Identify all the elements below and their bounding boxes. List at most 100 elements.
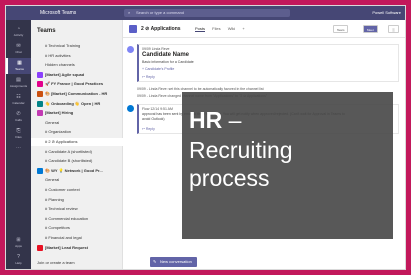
rail-label: Activity <box>13 33 24 37</box>
item-label: # 2 ⊘ Applications <box>45 139 78 144</box>
info-button[interactable]: ⓘ <box>388 25 400 33</box>
item-label: # Financial and legal <box>45 235 82 240</box>
item-label: # Technical Training <box>45 43 81 48</box>
user-name[interactable]: Powell Software <box>372 6 401 20</box>
meet-button[interactable]: Meet <box>363 25 378 33</box>
rail-icon: ✉ <box>16 43 21 49</box>
join-team-button[interactable]: Join or create a team <box>37 260 75 265</box>
channel-item[interactable]: # Planning <box>31 196 123 204</box>
tab-wiki[interactable]: Wiki <box>228 26 236 31</box>
item-label: [Market] Lead Request <box>45 244 88 250</box>
team-avatar-icon <box>37 90 43 97</box>
channel-item[interactable]: # Customer context <box>31 186 123 194</box>
team-item[interactable]: 🎨 [Market] Communication - HR <box>31 90 123 98</box>
tab-add[interactable]: + <box>242 26 244 31</box>
team-avatar-icon <box>37 71 43 78</box>
item-label: [Market] Agile squad <box>45 71 85 77</box>
item-label: General <box>45 177 60 183</box>
team-item[interactable]: 🎨 WY 💡 Network | Good Pr... <box>31 167 123 175</box>
rail-icon: ⋯ <box>16 145 21 151</box>
rail-icon: ▤ <box>16 77 21 83</box>
channel-item[interactable]: # Financial and legal <box>31 234 123 242</box>
avatar <box>127 46 134 53</box>
channel-item[interactable]: # HR activities <box>31 52 123 60</box>
rail-calendar[interactable]: ☷ Calendar <box>6 92 31 108</box>
channel-item[interactable]: # Candidate A (shortlisted) <box>31 148 123 156</box>
hr-overlay-card: HR – Recruiting process <box>182 92 393 239</box>
rail-label: Help <box>15 261 22 265</box>
item-label: # Planning <box>45 196 64 202</box>
team-avatar-icon <box>37 244 43 251</box>
item-label: # Commercial education <box>45 215 89 221</box>
rail-label: Apps <box>15 244 22 248</box>
channel-tabs: Posts Files Wiki + <box>195 20 251 38</box>
channel-item[interactable]: Hidden channels <box>31 61 123 69</box>
overlay-bold: HR <box>189 107 223 133</box>
channel-item[interactable]: General <box>31 119 123 127</box>
rail-calls[interactable]: ✆ Calls <box>6 109 31 125</box>
rail-activity[interactable]: ◔ Activity <box>6 24 31 40</box>
team-item[interactable]: [Market] Hiring <box>31 109 123 117</box>
item-label: 👋 Onboarding 👋 Open | HR <box>45 100 101 106</box>
post-heading: Candidate Name <box>142 52 190 58</box>
channel-item[interactable]: # Organization <box>31 128 123 136</box>
item-label: General <box>45 119 60 125</box>
channel-item[interactable]: # Commercial education <box>31 215 123 223</box>
rail-icon: ⎘ <box>16 128 21 134</box>
team-button[interactable]: Team <box>333 25 349 33</box>
channel-item[interactable]: # Competitors <box>31 224 123 232</box>
channel-item[interactable]: # Candidate B (shortlisted) <box>31 157 123 165</box>
item-label: # Organization <box>45 129 72 135</box>
tab-posts[interactable]: Posts <box>195 26 206 32</box>
team-avatar-icon <box>37 167 43 174</box>
post-body: Basic information for a Candidate <box>142 60 194 64</box>
team-item[interactable]: 🚀 FY France | Good Practices <box>31 80 123 88</box>
team-item[interactable]: [Market] Agile squad <box>31 71 123 79</box>
rail-icon: ? <box>17 254 20 260</box>
panel-title: Teams <box>37 28 56 34</box>
rail-files[interactable]: ⎘ Files <box>6 126 31 142</box>
channel-item[interactable]: # 2 ⊘ Applications <box>31 138 123 146</box>
post-meta: Flow 12/14 9:51 AM <box>142 107 173 111</box>
overlay-dash: – <box>222 107 242 133</box>
overlay-line-3: process <box>189 165 270 191</box>
item-label: 🎨 [Market] Communication - HR <box>45 91 108 96</box>
rail-teams[interactable]: ▦ Teams <box>6 58 31 74</box>
team-avatar-icon <box>37 110 43 117</box>
item-label: 🎨 WY 💡 Network | Good Pr... <box>45 167 103 173</box>
post-meta: 09/09 Linda Reve <box>142 47 170 51</box>
team-item[interactable]: 👋 Onboarding 👋 Open | HR <box>31 100 123 108</box>
rail-icon: ⊞ <box>16 237 21 243</box>
team-logo-icon <box>129 25 137 33</box>
new-conversation-button[interactable]: ✎ New conversation <box>150 257 197 267</box>
new-conversation-label: New conversation <box>160 259 192 264</box>
tab-files[interactable]: Files <box>212 26 220 31</box>
channel-item[interactable]: # Technical review <box>31 205 123 213</box>
compose-icon: ✎ <box>153 259 157 264</box>
rail-icon: ☷ <box>16 94 21 100</box>
rail-more[interactable]: ⋯ <box>6 143 31 159</box>
team-avatar-icon <box>37 100 43 107</box>
rail-help[interactable]: ? Help <box>6 252 31 268</box>
channel-header: 2 ⊘ Applications Posts Files Wiki + Team… <box>123 20 405 38</box>
rail-label: Teams <box>15 67 24 71</box>
reply-button[interactable]: ↩ Reply <box>142 127 155 131</box>
candidate-profile-link[interactable]: + Candidate's Profile <box>142 67 174 71</box>
channel-item[interactable]: General <box>31 176 123 184</box>
title-bar: Microsoft Teams ⌕ Search or type a comma… <box>6 6 405 20</box>
rail-label: Calls <box>15 118 22 122</box>
teams-panel: Teams # Technical Training # HR activitie… <box>31 20 123 269</box>
item-label: [Market] Hiring <box>45 110 74 116</box>
item-label: # Customer context <box>45 187 80 192</box>
app-rail: ◔ Activity ✉ Chat ▦ Teams ▤ Assignments ☷ Calenda… <box>6 20 31 269</box>
team-item[interactable]: [Market] Lead Request <box>31 244 123 252</box>
item-label: # HR activities <box>45 52 71 58</box>
rail-apps[interactable]: ⊞ Apps <box>6 235 31 251</box>
rail-assignments[interactable]: ▤ Assignments <box>6 75 31 91</box>
candidate-post[interactable]: 09/09 Linda Reve Candidate Name Basic in… <box>137 44 399 82</box>
channel-item[interactable]: # Technical Training <box>31 42 123 50</box>
reply-button[interactable]: ↩ Reply <box>142 75 155 79</box>
rail-chat[interactable]: ✉ Chat <box>6 41 31 57</box>
search-input[interactable]: ⌕ Search or type a command <box>124 9 290 17</box>
search-icon: ⌕ <box>128 10 131 15</box>
